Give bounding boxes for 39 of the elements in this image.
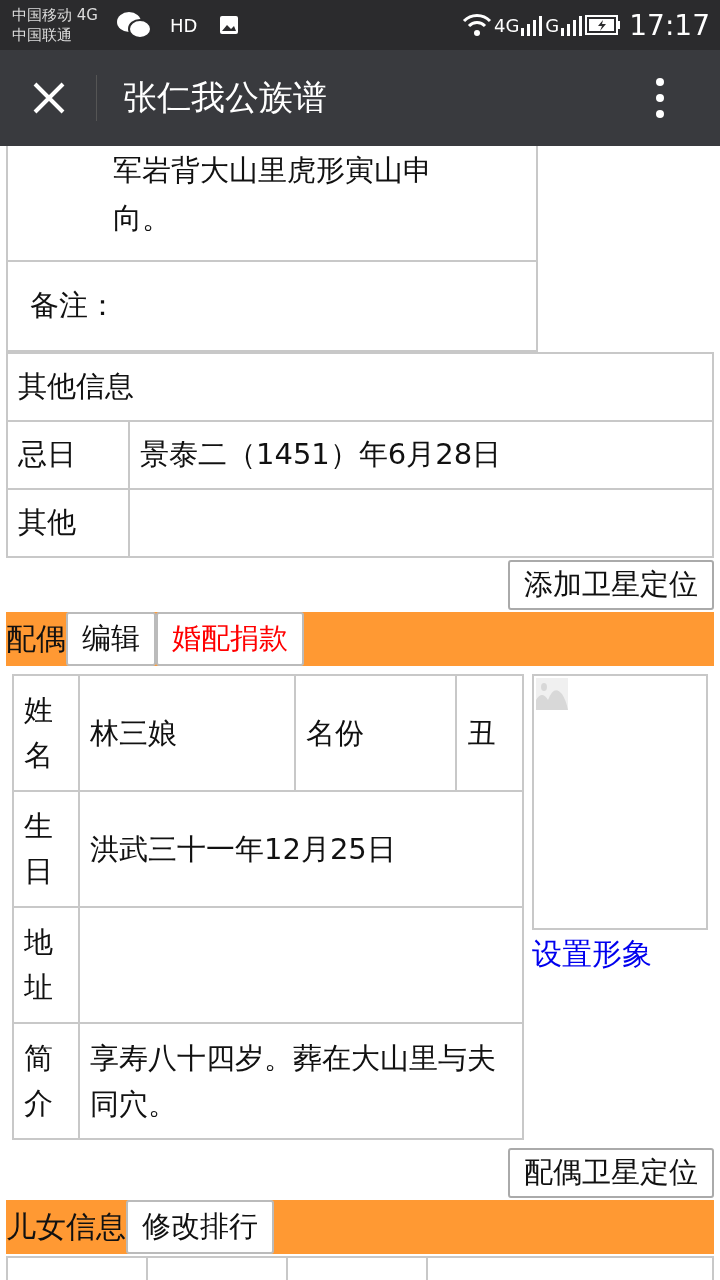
image-placeholder-icon xyxy=(536,678,568,710)
table-cell: 忌日 xyxy=(7,421,129,489)
table-cell: 简介 xyxy=(13,1023,79,1139)
section-title: 配偶 xyxy=(6,619,66,658)
table-cell: 其他 xyxy=(7,489,129,557)
image-icon xyxy=(219,15,240,35)
page-title: 张仁我公族谱 xyxy=(123,76,327,119)
signal-icon xyxy=(561,14,584,36)
clock-time: 17:17 xyxy=(629,8,710,42)
signal-icon xyxy=(521,14,544,36)
chat-icon xyxy=(115,10,152,40)
spouse-location-button[interactable]: 配偶卫星定位 xyxy=(508,1148,714,1198)
section-button[interactable]: 婚配捐款 xyxy=(156,612,304,666)
close-icon[interactable] xyxy=(32,81,66,115)
burial-text: 军岩背大山里虎形寅山申向。 xyxy=(113,153,432,235)
table-cell: 地址 xyxy=(13,907,79,1023)
table-cell: 生日 xyxy=(13,791,79,907)
table-cell: 名份 xyxy=(295,675,456,791)
add-location-button[interactable]: 添加卫星定位 xyxy=(508,560,714,610)
set-photo-link[interactable]: 设置形象 xyxy=(532,934,708,975)
carrier-name: 中国联通 xyxy=(12,25,73,45)
section-button[interactable]: 修改排行 xyxy=(126,1200,274,1254)
note-label: 备注： xyxy=(30,287,117,324)
table-cell: 林三娘 xyxy=(79,675,295,791)
hd-indicator: HD xyxy=(169,14,198,36)
table-cell: 洪武三十一年12月25日 xyxy=(79,791,523,907)
table-cell: 姓名 xyxy=(13,675,79,791)
table-cell: 丑 xyxy=(456,675,523,791)
network-type: 4G xyxy=(493,14,520,36)
carrier-name: 中国移动 4G xyxy=(12,5,98,25)
section-title: 其他信息 xyxy=(7,353,713,421)
table-cell: 景泰二（1451）年6月28日 xyxy=(129,421,713,489)
more-icon[interactable] xyxy=(656,78,664,118)
section-title: 儿女信息 xyxy=(6,1207,126,1246)
section-button[interactable]: 编辑 xyxy=(66,612,156,666)
battery-charging-icon xyxy=(585,15,622,35)
wifi-icon xyxy=(461,12,492,38)
network-type: G xyxy=(545,14,560,36)
table-cell: 享寿八十四岁。葬在大山里与夫同穴。 xyxy=(79,1023,523,1139)
